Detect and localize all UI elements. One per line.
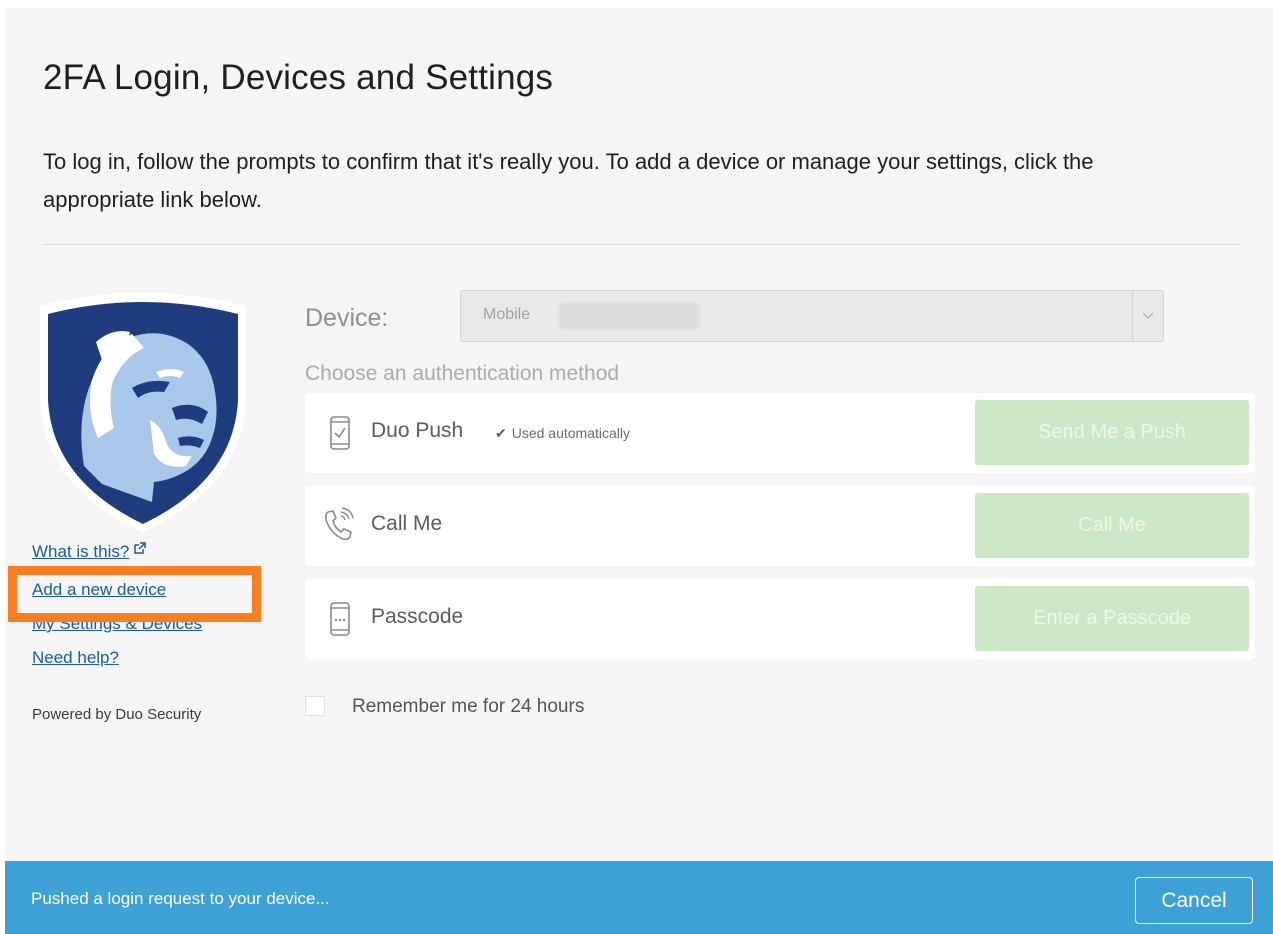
passcode-label: Passcode xyxy=(371,605,464,628)
add-new-device-link[interactable]: Add a new device xyxy=(32,580,166,600)
choose-method-heading: Choose an authentication method xyxy=(305,362,620,385)
used-automatically-note: ✔ Used automatically xyxy=(495,425,630,442)
checkmark-icon: ✔ xyxy=(495,425,507,441)
penn-state-shield-logo xyxy=(40,293,246,532)
remember-me-checkbox[interactable] xyxy=(305,696,325,716)
call-me-label: Call Me xyxy=(371,512,443,535)
device-label: Device: xyxy=(305,304,389,332)
used-automatically-label: Used automatically xyxy=(511,425,631,441)
external-link-icon xyxy=(134,542,147,554)
need-help-link[interactable]: Need help? xyxy=(32,648,119,668)
method-row-call-me: Call Me Call Me xyxy=(305,486,1255,566)
chevron-down-icon[interactable] xyxy=(1132,291,1163,341)
phone-call-icon xyxy=(324,507,354,541)
page-title: 2FA Login, Devices and Settings xyxy=(43,58,554,97)
duo-push-label: Duo Push xyxy=(371,419,464,442)
send-push-button[interactable]: Send Me a Push xyxy=(975,400,1249,465)
status-bar: Pushed a login request to your device...… xyxy=(5,861,1273,934)
auth-panel: 2FA Login, Devices and Settings To log i… xyxy=(5,8,1273,934)
call-me-button[interactable]: Call Me xyxy=(975,493,1249,558)
method-row-duo-push: Duo Push ✔ Used automatically Send Me a P… xyxy=(305,393,1255,473)
passcode-device-icon xyxy=(330,602,350,636)
status-message: Pushed a login request to your device... xyxy=(31,889,330,908)
cancel-button[interactable]: Cancel xyxy=(1135,877,1253,924)
remember-me-label: Remember me for 24 hours xyxy=(352,696,585,717)
my-settings-devices-link[interactable]: My Settings & Devices xyxy=(32,614,202,634)
device-select[interactable]: Mobile xyxy=(460,290,1164,342)
method-row-passcode: Passcode Enter a Passcode xyxy=(305,579,1255,659)
powered-by-text: Powered by Duo Security xyxy=(32,706,202,723)
device-select-value: Mobile xyxy=(483,306,531,323)
phone-check-icon xyxy=(330,416,350,450)
intro-text: To log in, follow the prompts to confirm… xyxy=(43,149,1094,212)
redacted-device-number xyxy=(559,303,699,329)
enter-passcode-button[interactable]: Enter a Passcode xyxy=(975,586,1249,651)
what-is-this-link[interactable]: What is this? xyxy=(32,542,147,562)
what-is-this-label: What is this? xyxy=(32,542,130,561)
header-divider xyxy=(43,244,1241,245)
